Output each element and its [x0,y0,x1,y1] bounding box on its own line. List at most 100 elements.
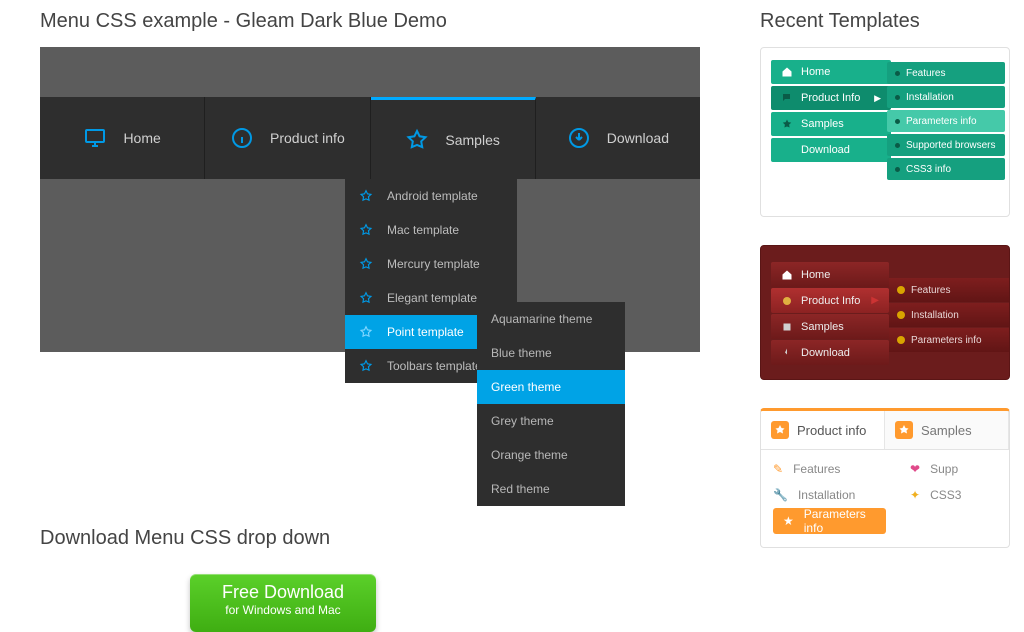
orange-right-icon: ❤ [910,462,920,476]
orange-list-item[interactable]: ★ Parameters info [773,508,886,534]
star-icon [359,325,373,339]
teal-sub-item[interactable]: Features [887,62,1005,84]
menu-label: Download [607,130,669,146]
orange-item-label: Parameters info [804,507,876,535]
teal-sub-label: Installation [906,92,954,103]
template-orange[interactable]: Product info Samples ✎ Features 🔧Installati… [760,408,1010,548]
menu-download[interactable]: Download [536,97,700,179]
red-main-item[interactable]: Download [771,340,889,365]
samples-item-label: Toolbars template [387,359,482,373]
teal-sub-item[interactable]: Installation [887,86,1005,108]
red-item-icon [781,269,793,281]
download-heading: Download Menu CSS drop down [40,527,700,550]
teal-sub-item[interactable]: Parameters info [887,110,1005,132]
red-sub-item[interactable]: Features [889,278,1009,302]
bullet-icon [895,95,900,100]
samples-item-label: Elegant template [387,291,477,305]
menu-label: Home [123,130,160,146]
teal-sub-item[interactable]: Supported browsers [887,134,1005,156]
theme-item[interactable]: Green theme [477,370,625,404]
themes-dropdown: Aquamarine themeBlue themeGreen themeGre… [477,302,625,506]
red-sub-label: Installation [911,310,959,321]
bullet-icon [895,71,900,76]
orange-tab[interactable]: Samples [885,411,1009,449]
red-main-item[interactable]: Home [771,262,889,287]
orange-right-item[interactable]: ❤Supp [910,456,997,482]
samples-item-label: Point template [387,325,464,339]
teal-sub-label: Supported browsers [906,140,996,151]
star-icon [405,128,429,152]
download-icon [567,126,591,150]
teal-sub-label: Parameters info [906,116,977,127]
page-title: Menu CSS example - Gleam Dark Blue Demo [40,10,700,33]
teal-main-item[interactable]: Home [771,60,891,84]
red-sub-label: Parameters info [911,335,982,346]
red-item-label: Download [801,347,850,359]
samples-item-label: Android template [387,189,478,203]
menu-product-info[interactable]: Product info [205,97,370,179]
teal-item-icon [781,118,793,130]
samples-item[interactable]: Mercury template [345,247,517,281]
theme-item[interactable]: Orange theme [477,438,625,472]
orange-tab-label: Product info [797,423,866,438]
star-icon [359,359,373,373]
orange-item-label: Installation [798,488,855,502]
free-download-button[interactable]: Free Download for Windows and Mac [190,574,376,632]
teal-main-item[interactable]: Samples [771,112,891,136]
download-section: Download Menu CSS drop down Free Downloa… [40,527,700,632]
teal-item-label: Samples [801,118,844,130]
teal-main-item[interactable]: Product Info▶ [771,86,891,110]
red-sub-item[interactable]: Installation [889,303,1009,327]
download-button-subtitle: for Windows and Mac [190,603,376,617]
orange-item-icon: ★ [783,514,794,528]
dot-icon [897,336,905,344]
orange-list-item[interactable]: ✎ Features [773,456,886,482]
tab-square-icon [895,421,913,439]
theme-item[interactable]: Blue theme [477,336,625,370]
dot-icon [897,286,905,294]
teal-main-item[interactable]: Download [771,138,891,162]
teal-item-label: Product Info [801,92,860,104]
theme-item[interactable]: Aquamarine theme [477,302,625,336]
orange-item-icon: ✎ [773,462,783,476]
red-item-label: Product Info [801,295,860,307]
red-item-label: Samples [801,321,844,333]
dot-icon [897,311,905,319]
orange-item-label: Features [793,462,840,476]
theme-item[interactable]: Grey theme [477,404,625,438]
red-item-icon [781,347,793,359]
bullet-icon [895,167,900,172]
template-red[interactable]: Home Product Info ▶ Samples Download Feature… [760,245,1010,380]
teal-item-label: Home [801,66,830,78]
red-sub-label: Features [911,285,950,296]
teal-item-icon [781,92,793,104]
menu-home[interactable]: Home [40,97,205,179]
red-item-icon [781,295,793,307]
orange-right-item[interactable]: ✦ CSS3 [910,482,997,508]
menu-label: Samples [445,132,499,148]
samples-item[interactable]: Mac template [345,213,517,247]
teal-item-icon [781,66,793,78]
template-teal[interactable]: Home Product Info▶ Samples Download Feature… [760,47,1010,217]
star-icon [359,257,373,271]
star-icon [359,223,373,237]
orange-list-item[interactable]: 🔧Installation [773,482,886,508]
star-icon [359,189,373,203]
download-button-title: Free Download [190,582,376,603]
red-sub-item[interactable]: Parameters info [889,328,1009,352]
bullet-icon [895,143,900,148]
red-item-icon [781,321,793,333]
samples-item-label: Mercury template [387,257,480,271]
theme-item[interactable]: Red theme [477,472,625,506]
orange-right-icon: ✦ [910,488,920,502]
red-main-item[interactable]: Samples [771,314,889,339]
samples-item[interactable]: Android template [345,179,517,213]
teal-sub-item[interactable]: CSS3 info [887,158,1005,180]
chevron-right-icon: ▶ [871,295,879,306]
menu-samples[interactable]: Samples [371,97,536,179]
teal-sub-label: CSS3 info [906,164,951,175]
red-main-item[interactable]: Product Info ▶ [771,288,889,313]
bullet-icon [895,119,900,124]
orange-tab[interactable]: Product info [761,411,885,449]
orange-right-label: CSS3 [930,488,961,502]
